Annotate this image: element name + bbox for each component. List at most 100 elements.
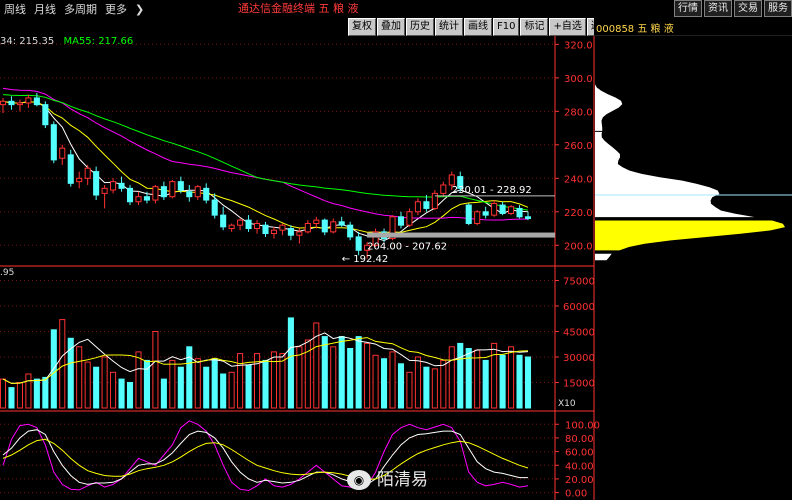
volume-bar: [414, 356, 421, 409]
volume-bar: [524, 356, 532, 409]
chart-frame: [0, 36, 595, 500]
volume-bar: [296, 346, 303, 409]
price-tick-label: 240.0: [564, 174, 593, 185]
volume-bar: [93, 366, 100, 409]
candle-body: [355, 236, 362, 251]
profile-yellow-area: [595, 220, 785, 251]
candle-body: [152, 186, 159, 201]
volume-bar: [321, 336, 328, 409]
candle-body: [262, 224, 269, 235]
volume-bar: [160, 378, 167, 409]
candle-body: [177, 181, 184, 191]
price-tick-label: 300.0: [564, 74, 593, 85]
candle-body: [287, 228, 294, 236]
candle-body: [160, 186, 167, 198]
osc-tick-label: 60.00: [565, 448, 594, 459]
candle-body: [524, 216, 532, 219]
volume-bar: [448, 346, 455, 409]
osc-tick-label: 40.00: [565, 461, 594, 472]
candle-body: [16, 102, 23, 106]
volume-bar: [338, 336, 345, 409]
volume-bar: [270, 351, 278, 409]
candle-body: [313, 219, 320, 224]
volume-bar: [330, 346, 337, 409]
volume-unit-label: X10: [558, 399, 576, 409]
volume-bar: [491, 342, 498, 409]
annotation-label: ← 192.42: [342, 254, 389, 265]
ma34-line: [2, 87, 528, 221]
candle-body: [491, 202, 498, 216]
candle-body: [220, 214, 227, 228]
volume-bar: [381, 358, 388, 409]
profile-white-area: [595, 253, 612, 261]
volume-bar: [101, 356, 108, 409]
candle-body: [253, 222, 261, 230]
ma10-line: [2, 100, 529, 234]
candle-body: [194, 186, 201, 198]
volume-profile: [595, 37, 792, 261]
candle-body: [321, 219, 328, 233]
ma55-line: [2, 94, 529, 211]
candle-body: [143, 196, 150, 201]
volume-bar: [347, 348, 354, 409]
candle-body: [508, 206, 515, 214]
candle-body: [110, 181, 117, 191]
volume-bar: [245, 365, 252, 409]
volume-bar: [372, 354, 379, 409]
candle-body: [448, 174, 455, 186]
volume-bar: [0, 378, 7, 409]
candle-body: [474, 211, 481, 224]
volume-bar: [16, 382, 23, 409]
volume-bar: [33, 378, 40, 409]
price-tick-label: 320.0: [564, 40, 593, 51]
candle-body: [101, 187, 108, 194]
volume-bar: [465, 348, 472, 409]
volume-bar: [203, 366, 210, 409]
candle-body: [203, 187, 210, 201]
price-tick-label: 280.0: [564, 107, 593, 118]
volume-tick-label: 30000: [563, 353, 595, 364]
chart-canvas: 200.0 220.0 240.0 260.0 280.0 300.0 320.0 230.0…: [0, 36, 792, 500]
candle-body: [169, 181, 176, 198]
osc-series-line: [2, 438, 529, 481]
volume-bar: [228, 371, 235, 409]
oscillator-panel: 0.00 20.00 40.00 60.00 80.00 100.00: [0, 420, 600, 500]
volume-bar: [59, 319, 66, 409]
volume-bar: [499, 354, 506, 409]
volume-bar: [177, 366, 184, 409]
volume-bar: [169, 359, 176, 409]
volume-bar: [194, 358, 201, 409]
candle-body: [270, 229, 278, 235]
stock-terminal-window: 周线 月线 多周期 更多 ❯ 通达信金融终端 五 粮 液 行情 资讯 交易 服务…: [0, 0, 792, 500]
candle-body: [25, 97, 32, 104]
price-panel: 200.0 220.0 240.0 260.0 280.0 300.0 320.0 230.0…: [0, 40, 593, 265]
volume-bar: [364, 342, 371, 409]
volume-bar: [406, 371, 413, 409]
candle-body: [59, 147, 66, 159]
price-tick-label: 220.0: [564, 208, 593, 219]
volume-bar: [186, 346, 193, 409]
profile-white-area: [595, 37, 755, 218]
osc-series-line: [2, 429, 528, 485]
volume-bar: [25, 373, 32, 409]
candle-body: [84, 167, 91, 179]
volume-bar: [440, 359, 447, 409]
candle-body: [338, 221, 345, 226]
candle-body: [237, 219, 244, 226]
candle-body: [50, 124, 57, 161]
volume-bar: [457, 342, 464, 409]
candle-body: [347, 224, 354, 238]
candle-body: [67, 154, 74, 184]
volume-panel: 15000 30000 45000 60000 75000: [0, 277, 595, 409]
volume-bar: [516, 354, 523, 409]
candle-body: [93, 171, 100, 196]
watermark-text: 陌清易: [377, 470, 428, 490]
volume-tick-label: 75000: [563, 277, 595, 288]
volume-bar: [220, 373, 227, 409]
annotation-label: 230.01 - 228.92: [452, 185, 532, 196]
volume-bar: [135, 351, 142, 409]
candle-body: [406, 211, 413, 226]
volume-bar: [84, 361, 91, 409]
volume-bar: [42, 376, 49, 409]
volume-bar: [287, 317, 294, 409]
